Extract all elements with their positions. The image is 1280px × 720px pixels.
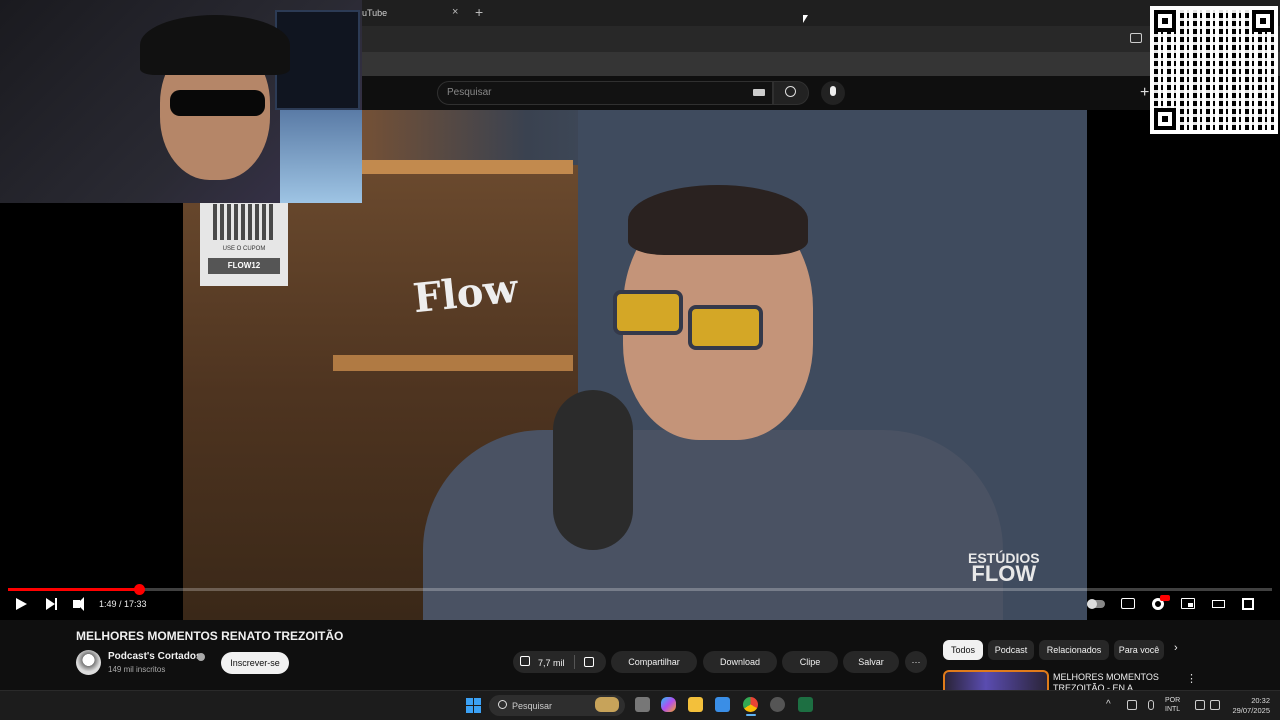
microphone-icon: [830, 86, 836, 96]
webcam-cap: [140, 15, 290, 75]
mouse-cursor-icon: [803, 15, 808, 23]
clock-time: 20:32: [1251, 696, 1270, 705]
lang-line2: INTL: [1165, 706, 1181, 713]
recommendation-thumbnail[interactable]: [943, 670, 1049, 692]
tab-title: uTube: [362, 8, 388, 18]
channel-avatar[interactable]: [76, 650, 101, 675]
video-title: MELHORES MOMENTOS RENATO TREZOITÃO: [76, 629, 344, 643]
save-button[interactable]: Salvar: [843, 651, 899, 673]
clip-label: Clipe: [799, 657, 821, 667]
subtitles-icon[interactable]: [1121, 598, 1135, 609]
app-icon[interactable]: [770, 697, 785, 712]
studio-watermark: ESTÚDIOS FLOW: [968, 550, 1040, 586]
miniplayer-icon-inner: [1188, 603, 1193, 607]
like-divider: [574, 655, 575, 669]
webcam-light: [280, 110, 362, 203]
cast-icon[interactable]: [1130, 33, 1142, 43]
qr-finder: [1154, 10, 1176, 32]
save-label: Salvar: [858, 657, 884, 667]
search-placeholder: Pesquisar: [447, 87, 492, 98]
glasses-lens: [613, 290, 683, 335]
lang-line1: POR: [1165, 697, 1181, 704]
qr-finder: [1252, 10, 1274, 32]
new-tab-button[interactable]: +: [475, 4, 483, 20]
create-icon[interactable]: +: [1140, 84, 1149, 102]
next-icon[interactable]: [46, 598, 55, 610]
task-view-icon[interactable]: [635, 697, 650, 712]
coupon-overlay: USE O CUPOM FLOW12: [200, 200, 288, 286]
chrome-icon[interactable]: [743, 697, 758, 712]
copilot-icon[interactable]: [661, 697, 676, 712]
store-icon[interactable]: [715, 697, 730, 712]
autoplay-knob: [1087, 599, 1097, 609]
shelf-board: [333, 160, 573, 174]
taskbar-search-label: Pesquisar: [512, 701, 553, 711]
language-indicator[interactable]: POR INTL: [1165, 696, 1180, 714]
verified-icon: [197, 653, 205, 661]
shelf-board: [333, 355, 573, 371]
search-icon: [785, 86, 796, 97]
microphone-tray-icon[interactable]: [1148, 700, 1154, 710]
speaker-icon[interactable]: [1210, 700, 1220, 710]
download-label: Download: [719, 657, 761, 667]
hd-badge: [1160, 595, 1170, 601]
share-label: Compartilhar: [628, 657, 680, 667]
chevron-right-icon[interactable]: ›: [1174, 642, 1178, 654]
fullscreen-icon[interactable]: [1242, 598, 1254, 610]
active-app-indicator: [746, 714, 756, 716]
clock[interactable]: 20:32 29/07/2025: [1226, 696, 1270, 716]
next-icon-bar: [55, 598, 57, 610]
clock-date: 29/07/2025: [1232, 706, 1270, 715]
chip-for-you[interactable]: Para você: [1114, 640, 1164, 660]
studio-line2: FLOW: [971, 561, 1037, 586]
progress-bar[interactable]: [8, 588, 1272, 591]
share-button[interactable]: Compartilhar: [611, 651, 697, 673]
tray-chevron-icon[interactable]: ^: [1106, 699, 1111, 710]
qr-code: [1150, 6, 1278, 134]
chip-related[interactable]: Relacionados: [1039, 640, 1109, 660]
like-count[interactable]: 7,7 mil: [538, 658, 565, 668]
dislike-icon[interactable]: [584, 657, 594, 667]
clip-button[interactable]: Clipe: [782, 651, 838, 673]
play-icon[interactable]: [16, 598, 27, 610]
more-actions-button[interactable]: ···: [905, 651, 927, 673]
display-icon[interactable]: [1195, 700, 1205, 710]
theater-mode-icon[interactable]: [1212, 600, 1225, 608]
recommendation-title[interactable]: MELHORES MOMENTOS TREZOITÃO - EN A GLAUB…: [1053, 672, 1178, 690]
taskbar-search-icon: [498, 700, 507, 709]
subscribe-button[interactable]: Inscrever-se: [221, 652, 289, 674]
network-icon[interactable]: [1127, 700, 1137, 710]
windows-start-icon[interactable]: [466, 698, 481, 713]
coupon-text: USE O CUPOM: [222, 246, 266, 252]
person-body: [423, 430, 1003, 620]
chip-podcast[interactable]: Podcast: [988, 640, 1034, 660]
person-hair: [628, 185, 808, 255]
qr-finder: [1154, 108, 1176, 130]
keyboard-icon[interactable]: [753, 89, 765, 96]
volume-icon-cone: [77, 597, 84, 611]
chip-todos[interactable]: Todos: [943, 640, 983, 660]
webcam-sunglasses: [170, 90, 265, 116]
like-icon[interactable]: [520, 656, 530, 666]
tab-close-icon[interactable]: ×: [452, 6, 458, 18]
recommendation-menu-icon[interactable]: ⋮: [1186, 672, 1197, 685]
progress-scrubber[interactable]: [134, 584, 145, 595]
channel-name[interactable]: Podcast's Cortados: [108, 651, 202, 662]
glasses-lens: [688, 305, 763, 350]
search-highlight-art: [595, 697, 619, 712]
download-button[interactable]: Download: [703, 651, 777, 673]
coupon-code: FLOW12: [208, 258, 280, 274]
coupon-qr-code: [213, 204, 275, 240]
streamer-webcam: [0, 0, 362, 203]
progress-played: [8, 588, 139, 591]
subscriber-count: 149 mil inscritos: [108, 665, 166, 674]
time-display: 1:49 / 17:33: [99, 599, 147, 609]
file-explorer-icon[interactable]: [688, 697, 703, 712]
podcast-microphone: [553, 390, 633, 550]
excel-icon[interactable]: [798, 697, 813, 712]
